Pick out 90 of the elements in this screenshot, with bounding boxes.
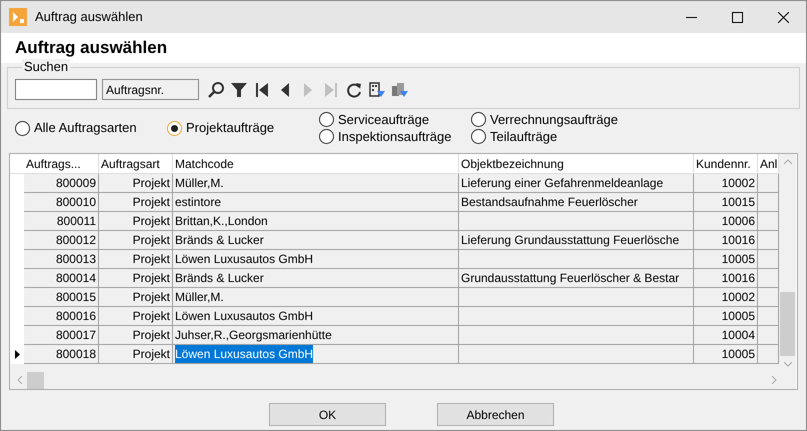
scroll-left-icon[interactable] [17,376,23,384]
table-cell: Müller,M. [173,174,459,193]
scrollbar-thumb[interactable] [780,292,795,356]
close-icon [778,12,788,22]
table-cell: Projekt [99,288,173,307]
radio-button[interactable] [471,129,486,144]
table-cell: 10002 [694,174,758,193]
table-cell [758,307,779,326]
table-cell: Juhser,R.,Georgsmarienhütte [173,326,459,345]
table-cell: 10005 [694,250,758,269]
table-cell: Lieferung Grundausstattung Feuerlösche [459,231,694,250]
table-cell: 800011 [24,212,99,231]
table-cell: Projekt [99,307,173,326]
scrollbar-thumb[interactable] [27,372,44,388]
table-cell: Bränds & Lucker [173,269,459,288]
buildings-filter-icon[interactable] [391,80,409,98]
vertical-scrollbar[interactable] [779,154,796,389]
table-cell [758,231,779,250]
table-cell: Bränds & Lucker [173,231,459,250]
table-cell [758,269,779,288]
filter-icon[interactable] [230,80,248,98]
row-indicator[interactable] [10,345,24,364]
table-cell: 10005 [694,345,758,364]
table-cell: 10004 [694,326,758,345]
building-filter-icon[interactable] [368,80,386,98]
table-cell [758,326,779,345]
table-cell: Projekt [99,231,173,250]
maximize-icon [732,12,742,22]
table-cell: 800017 [24,326,99,345]
radio-button[interactable] [471,112,486,127]
table-cell: Löwen Luxusautos GmbH [173,250,459,269]
table-cell: Grundausstattung Feuerlöscher & Bestar [459,269,694,288]
scroll-down-icon[interactable] [784,361,792,367]
table-cell: 10015 [694,193,758,212]
search-field[interactable] [15,79,97,100]
table-cell: Projekt [99,250,173,269]
table-cell: 800010 [24,193,99,212]
table-cell: Bestandsaufnahme Feuerlöscher [459,193,694,212]
table-cell: 10005 [694,307,758,326]
table-cell: 800014 [24,269,99,288]
table-cell: Projekt [99,326,173,345]
table-cell [758,288,779,307]
table-cell: 800015 [24,288,99,307]
radio-button[interactable] [15,120,30,136]
radio-button[interactable] [167,120,182,136]
text-selection: Löwen Luxusautos GmbH [175,345,314,363]
table-cell: estintore [173,193,459,212]
refresh-icon[interactable] [345,80,363,98]
search-icon[interactable] [207,80,225,98]
table-cell: Lieferung einer Gefahrenmeldeanlage [459,174,694,193]
table-cell: 800013 [24,250,99,269]
radio-label: Verrechnungsaufträge [490,110,618,129]
dialog-heading: Auftrag auswählen [15,37,168,60]
table-cell: Projekt [99,269,173,288]
table-cell: Projekt [99,174,173,193]
table-cell [758,174,779,193]
radio-label: Teilaufträge [490,128,558,146]
table-cell [758,212,779,231]
dialog-button[interactable]: Abbrechen [437,403,554,426]
table-cell: Projekt [99,193,173,212]
table-cell: 10016 [694,231,758,250]
scroll-right-icon[interactable] [771,376,777,384]
table-cell: 800012 [24,231,99,250]
table-cell: 800016 [24,307,99,326]
radio-label: Alle Auftragsarten [34,119,137,138]
table-cell: Brittan,K.,London [173,212,459,231]
dialog-button[interactable]: OK [269,403,386,426]
table-cell: 10006 [694,212,758,231]
radio-label: Projektaufträge [186,119,274,138]
table-cell: 800009 [24,174,99,193]
table-cell [758,250,779,269]
table-cell: Müller,M. [173,288,459,307]
scroll-up-icon[interactable] [784,159,792,165]
table-cell: Projekt [99,345,173,364]
app-icon [9,8,27,26]
table-cell: 10002 [694,288,758,307]
radio-label: Serviceaufträge [338,110,430,129]
table-cell: 10016 [694,269,758,288]
table-cell: 800018 [24,345,99,364]
first-record-icon[interactable] [253,80,271,98]
table-cell [758,193,779,212]
radio-button[interactable] [319,129,334,144]
radio-label: Inspektionsaufträge [338,128,452,146]
search-column-field[interactable]: Auftragsnr. [102,79,199,100]
current-row-icon [14,350,20,359]
table-cell: Projekt [99,212,173,231]
table-cell: Löwen Luxusautos GmbH [173,307,459,326]
window-title: Auftrag auswählen [35,8,143,26]
minimize-icon [686,16,696,18]
radio-button[interactable] [319,112,334,127]
